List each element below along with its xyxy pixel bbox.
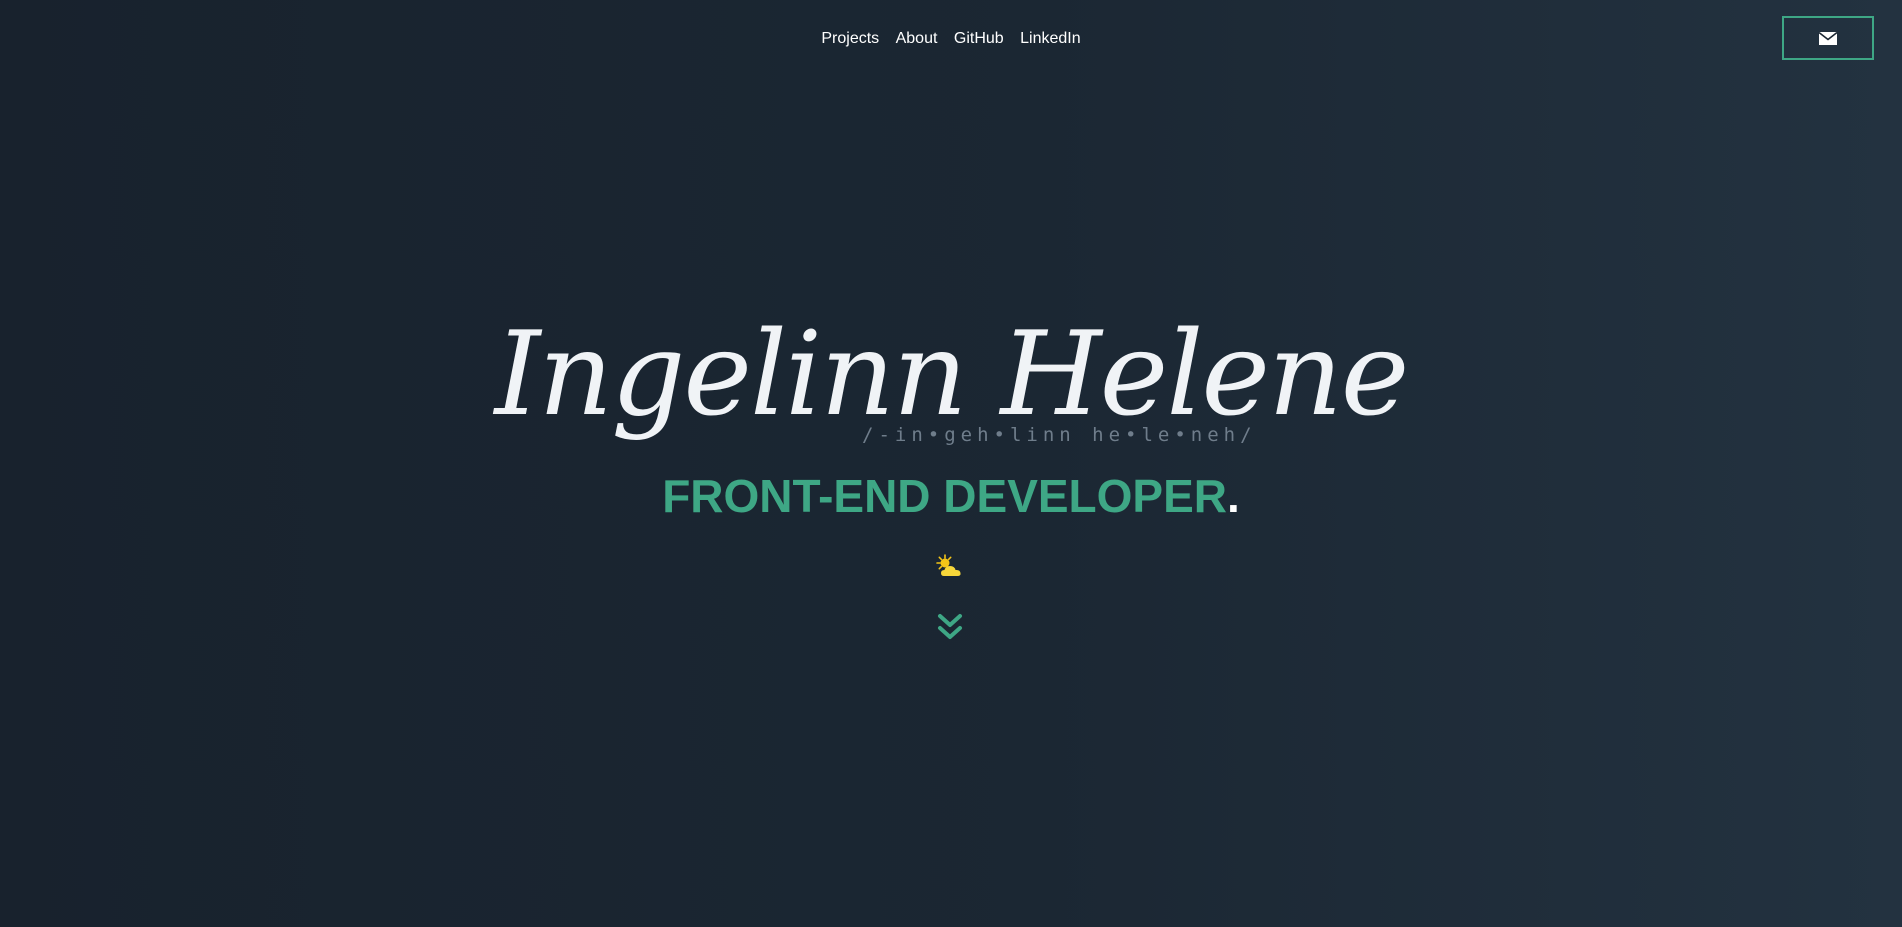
contact-button[interactable] [1782, 16, 1874, 60]
top-navigation: Projects About GitHub LinkedIn [0, 0, 1902, 80]
nav-link-projects[interactable]: Projects [821, 30, 879, 47]
nav-link-github[interactable]: GitHub [954, 30, 1004, 47]
role-text: FRONT-END DEVELOPER [662, 470, 1228, 522]
partly-sunny-icon [936, 554, 961, 576]
nav-links: Projects About GitHub LinkedIn [0, 28, 1902, 50]
double-chevron-down-icon[interactable] [936, 612, 964, 644]
role-period: . [1227, 470, 1240, 522]
envelope-icon [1818, 31, 1838, 45]
hero-section: Ingelinn Helene /-in•geh•linn he•le•neh/… [0, 300, 1902, 660]
nav-link-about[interactable]: About [896, 30, 938, 47]
role-title: FRONT-END DEVELOPER. [0, 468, 1902, 524]
nav-link-linkedin[interactable]: LinkedIn [1020, 30, 1081, 47]
name-pronunciation: /-in•geh•linn he•le•neh/ [862, 424, 1257, 446]
